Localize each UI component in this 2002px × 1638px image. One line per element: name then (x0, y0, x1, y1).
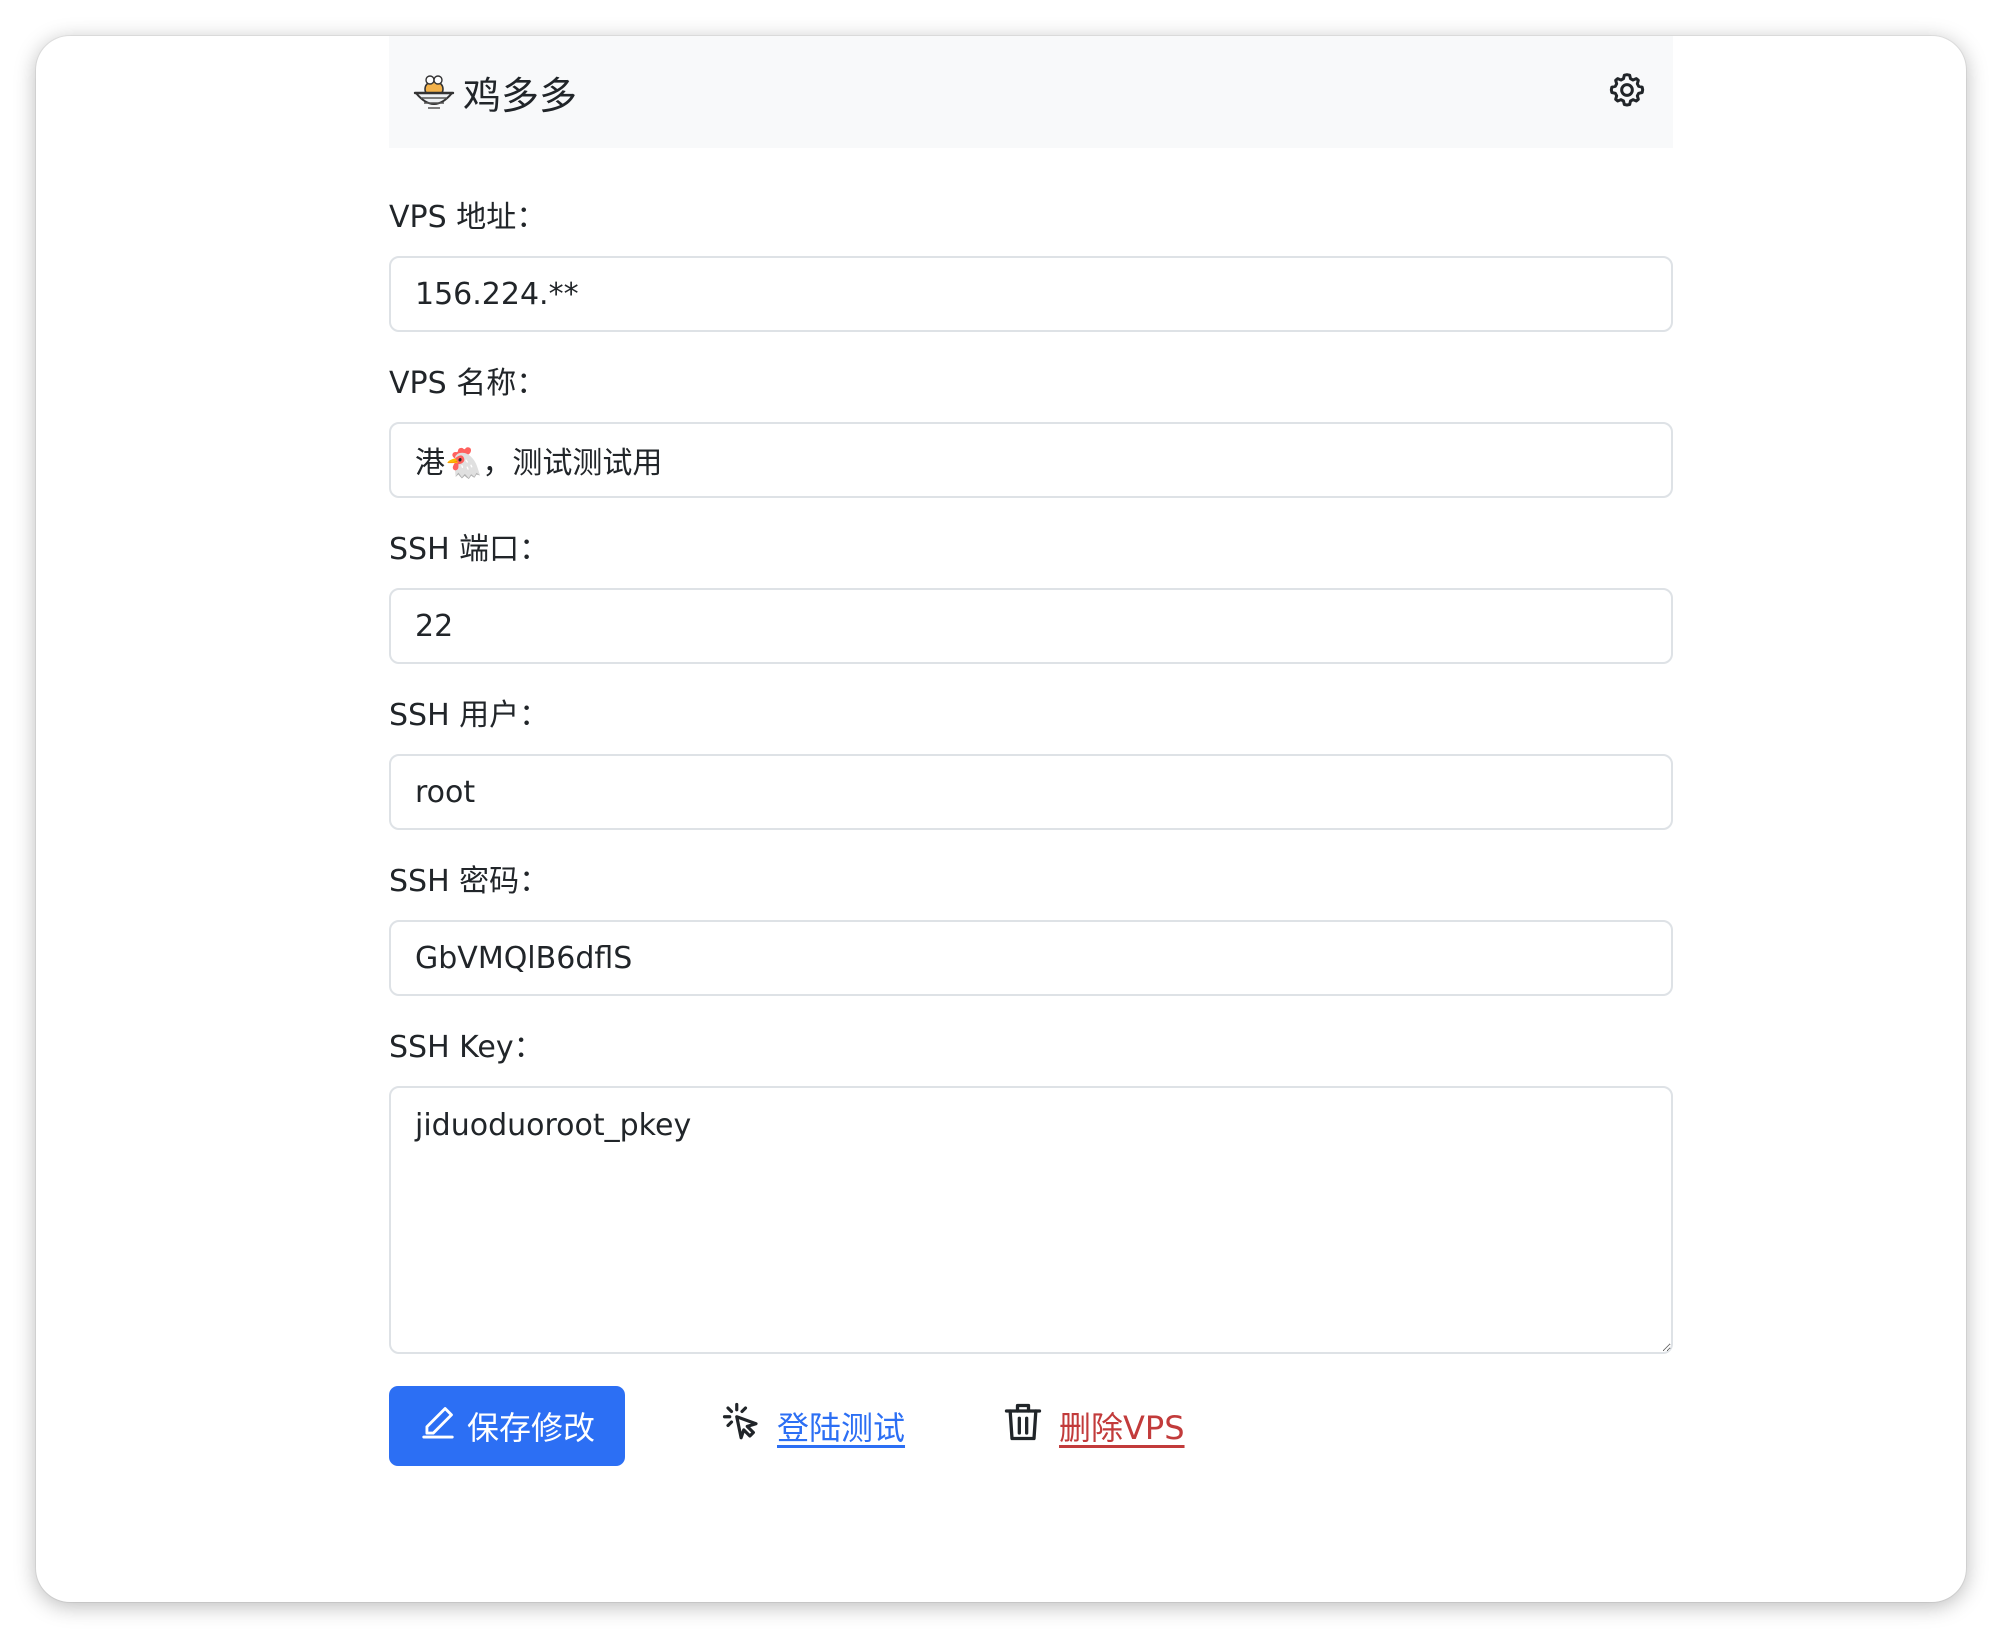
brand-link[interactable]: 鸡多多 (411, 65, 577, 120)
address-field: VPS 地址： (389, 200, 1673, 366)
address-input[interactable] (389, 256, 1673, 332)
login-test-label: 登陆测试 (777, 1409, 906, 1447)
brand-title: 鸡多多 (463, 73, 578, 118)
chicken-basket-icon (411, 69, 457, 115)
key-field: SSH Key： jiduoduoroot_pkey (389, 1030, 1673, 1354)
save-button[interactable]: 保存修改 (389, 1386, 625, 1466)
address-label: VPS 地址： (389, 200, 547, 235)
port-input[interactable] (389, 588, 1673, 664)
gear-icon (1607, 70, 1647, 114)
user-input[interactable] (389, 754, 1673, 830)
key-textarea[interactable]: jiduoduoroot_pkey (389, 1086, 1673, 1354)
name-field: VPS 名称： (389, 366, 1673, 532)
user-field: SSH 用户： (389, 698, 1673, 864)
main-container: 鸡多多 VPS 地址： VPS 名称： SSH 端 (389, 36, 1673, 1466)
vps-edit-form: VPS 地址： VPS 名称： SSH 端口： SSH 用户： SSH 密码： … (389, 148, 1673, 1466)
port-label: SSH 端口： (389, 532, 550, 567)
name-label: VPS 名称： (389, 366, 547, 401)
action-bar: 保存修改 登陆测试 删除VPS (389, 1386, 1673, 1466)
key-label: SSH Key： (389, 1030, 544, 1065)
user-label: SSH 用户： (389, 698, 550, 733)
port-field: SSH 端口： (389, 532, 1673, 698)
save-button-label: 保存修改 (466, 1409, 595, 1447)
cursor-click-icon (721, 1401, 763, 1451)
settings-button[interactable] (1603, 68, 1651, 116)
name-input[interactable] (389, 422, 1673, 498)
password-label: SSH 密码： (389, 864, 550, 899)
password-input[interactable] (389, 920, 1673, 996)
login-test-button[interactable]: 登陆测试 (721, 1386, 905, 1466)
navbar: 鸡多多 (389, 36, 1673, 148)
delete-vps-button[interactable]: 删除VPS (1001, 1386, 1185, 1466)
password-field: SSH 密码： (389, 864, 1673, 1030)
pencil-icon (419, 1403, 457, 1449)
app-window: 鸡多多 VPS 地址： VPS 名称： SSH 端 (36, 36, 1966, 1602)
trash-icon (1001, 1400, 1045, 1452)
delete-vps-label: 删除VPS (1059, 1409, 1185, 1447)
